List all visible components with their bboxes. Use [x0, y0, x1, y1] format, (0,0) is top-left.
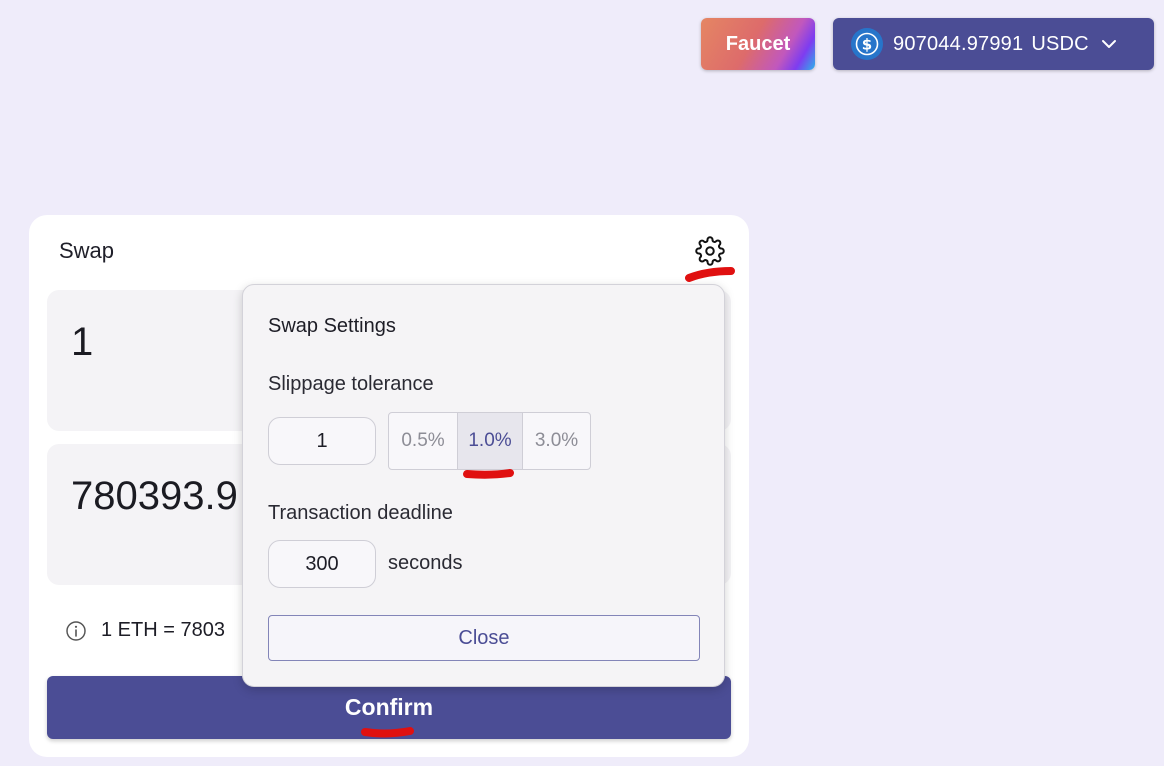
slippage-preset-0-5[interactable]: 0.5% [389, 413, 457, 469]
slippage-preset-1-0[interactable]: 1.0% [457, 413, 523, 469]
annotation-mark-gear [685, 267, 735, 282]
slippage-input[interactable]: 1 [268, 417, 376, 465]
annotation-mark-confirm [361, 727, 414, 738]
annotation-mark-preset [463, 469, 514, 479]
slippage-preset-group: 0.5% 1.0% 3.0% [388, 412, 591, 470]
to-amount-value: 780393.9 [71, 474, 238, 518]
exchange-rate-row: 1 ETH = 7803 [65, 619, 225, 642]
usdc-coin-icon: $ [851, 28, 883, 60]
page: Faucet $ 907044.97991 USDC Swap 1 780393… [0, 0, 1164, 766]
close-button[interactable]: Close [268, 615, 700, 661]
slippage-preset-3-0[interactable]: 3.0% [523, 413, 590, 469]
from-amount-value: 1 [71, 320, 94, 364]
swap-settings-popover: Swap Settings Slippage tolerance 1 0.5% … [242, 284, 725, 687]
faucet-button[interactable]: Faucet [701, 18, 815, 70]
svg-text:$: $ [862, 36, 872, 54]
chevron-down-icon [1101, 39, 1117, 49]
slippage-label: Slippage tolerance [268, 373, 434, 395]
exchange-rate-text: 1 ETH = 7803 [101, 619, 225, 641]
deadline-input[interactable]: 300 [268, 540, 376, 588]
wallet-currency: USDC [1031, 32, 1089, 55]
info-icon [65, 620, 87, 642]
wallet-balance-amount: 907044.97991 [893, 32, 1024, 55]
settings-title: Swap Settings [268, 315, 396, 337]
swap-title: Swap [59, 238, 115, 263]
deadline-unit: seconds [388, 552, 463, 574]
wallet-balance-button[interactable]: $ 907044.97991 USDC [833, 18, 1154, 70]
deadline-label: Transaction deadline [268, 502, 453, 524]
